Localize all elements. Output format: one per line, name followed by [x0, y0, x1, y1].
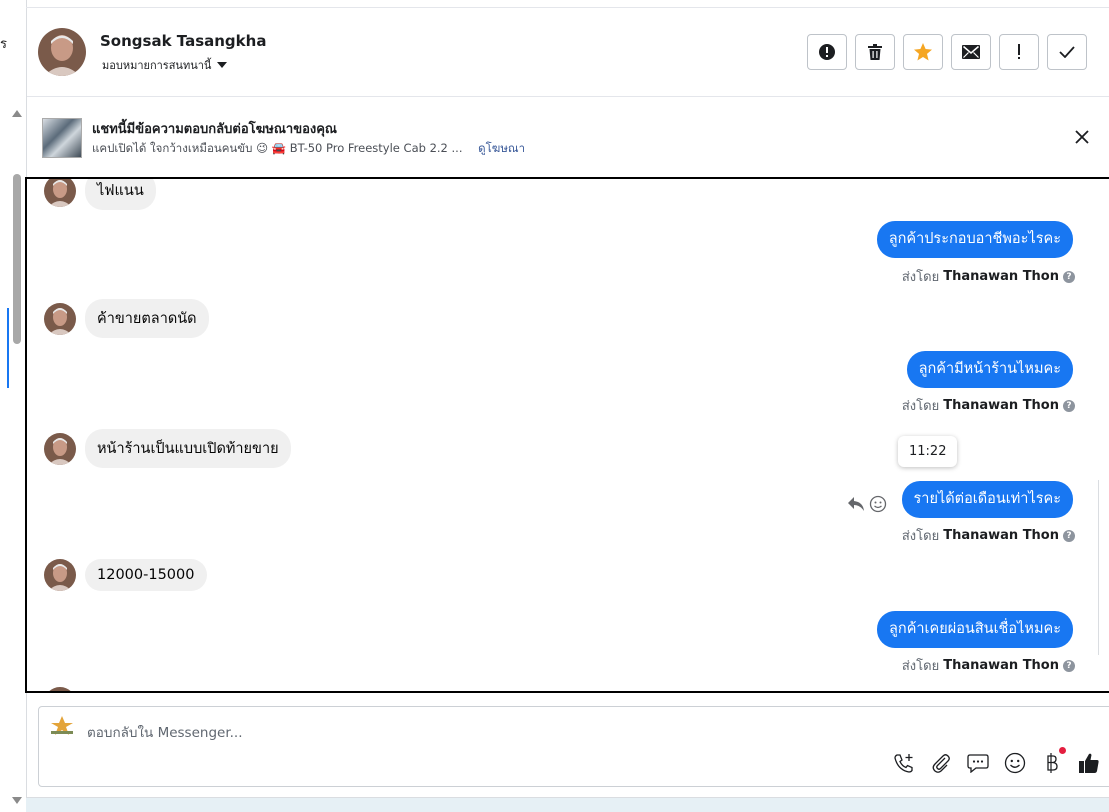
reply-composer[interactable]: ตอบกลับใน Messenger... [38, 706, 1109, 787]
assign-conversation-dropdown[interactable]: มอบหมายการสนทนานี้ [102, 56, 228, 74]
message-bubble[interactable]: หน้าร้านเป็นแบบเปิดท้ายขาย [85, 429, 291, 468]
attach-button[interactable] [929, 751, 953, 775]
message-bubble-outgoing[interactable]: ลูกค้าประกอบอาชีพอะไรคะ [876, 221, 1073, 258]
sidebar-scrollbar[interactable] [10, 108, 24, 804]
exclamation-circle-icon [819, 44, 835, 60]
contact-avatar-small[interactable] [44, 302, 76, 335]
star-icon [914, 43, 932, 61]
reply-icon[interactable] [847, 496, 865, 512]
message-bubble-outgoing[interactable]: ลูกค้าเคยผ่อนสินเชื่อไหมคะ [877, 611, 1073, 648]
contact-avatar[interactable] [38, 28, 86, 76]
mark-done-button[interactable] [1047, 34, 1087, 70]
incoming-message-cut [44, 687, 76, 691]
sent-by-label: ส่งโดย Thanawan Thon ? [902, 266, 1075, 287]
assign-label: มอบหมายการสนทนานี้ [102, 59, 212, 72]
delete-button[interactable] [855, 34, 895, 70]
ad-thumbnail[interactable] [42, 118, 82, 158]
ad-reply-banner: แชทนี้มีข้อความตอบกลับต่อโฆษณาของคุณ แคป… [27, 98, 1109, 176]
emoji-button[interactable] [1003, 751, 1027, 775]
sent-by-label: ส่งโดย Thanawan Thon ? [902, 395, 1075, 416]
scroll-thumb[interactable] [13, 174, 21, 344]
envelope-icon [962, 45, 980, 59]
ad-caption: แคปเปิดได้ ใจกว้างเหมือนคนขับ 😉 🚘 BT-50 … [92, 141, 463, 155]
star-button[interactable] [903, 34, 943, 70]
mark-spam-button[interactable] [807, 34, 847, 70]
contact-avatar-small[interactable] [44, 179, 76, 207]
smiley-icon[interactable] [869, 495, 887, 513]
trash-icon [868, 44, 882, 60]
follow-up-button[interactable] [999, 34, 1039, 70]
question-icon[interactable]: ? [1063, 659, 1075, 672]
check-icon [1059, 46, 1075, 58]
sender-name: Thanawan Thon [943, 658, 1059, 673]
notification-dot [1059, 747, 1066, 754]
mark-unread-button[interactable] [951, 34, 991, 70]
question-icon[interactable]: ? [1063, 399, 1075, 412]
active-indicator [7, 308, 9, 388]
payment-button[interactable] [1040, 747, 1066, 775]
message-bubble-outgoing[interactable]: รายได้ต่อเดือนเท่าไรคะ [901, 481, 1073, 518]
sent-by-prefix: ส่งโดย [901, 529, 940, 544]
smiley-icon [1004, 752, 1026, 774]
sent-by-label: ส่งโดย Thanawan Thon ? [902, 655, 1075, 676]
incoming-message: ค้าขายตลาดนัด [44, 299, 209, 338]
question-icon[interactable]: ? [1063, 529, 1075, 542]
header-actions [807, 34, 1087, 70]
message-thread[interactable]: ไฟแนน ลูกค้าประกอบอาชีพอะไรคะ ส่งโดย Tha… [25, 177, 1109, 693]
contact-avatar-small[interactable] [44, 687, 76, 691]
contact-name[interactable]: Songsak Tasangkha [100, 32, 266, 50]
sidebar-cut-text: ร [0, 37, 7, 52]
sender-name: Thanawan Thon [943, 398, 1059, 413]
page-logo [49, 716, 75, 736]
sent-by-label: ส่งโดย Thanawan Thon ? [902, 525, 1075, 546]
left-sidebar-edge: ร [0, 0, 26, 812]
bottom-bar [26, 797, 1109, 812]
incoming-message: 12000-15000 [44, 559, 207, 591]
view-ad-link[interactable]: ดูโฆษณา [478, 141, 525, 155]
incoming-message: หน้าร้านเป็นแบบเปิดท้ายขาย [44, 429, 291, 468]
sent-by-prefix: ส่งโดย [901, 659, 940, 674]
close-icon [1075, 130, 1089, 144]
ad-banner-subtitle: แคปเปิดได้ ใจกว้างเหมือนคนขับ 😉 🚘 BT-50 … [92, 140, 525, 158]
ad-banner-title: แชทนี้มีข้อความตอบกลับต่อโฆษณาของคุณ [92, 122, 337, 137]
message-bubble[interactable]: ไฟแนน [85, 179, 156, 210]
contact-avatar-small[interactable] [44, 432, 76, 465]
saved-replies-button[interactable] [966, 751, 990, 775]
chevron-down-icon [217, 62, 228, 68]
conversation-header: Songsak Tasangkha มอบหมายการสนทนานี้ [27, 8, 1109, 97]
sent-by-prefix: ส่งโดย [901, 270, 940, 285]
paperclip-icon [932, 754, 950, 773]
sent-by-prefix: ส่งโดย [901, 399, 940, 414]
baht-icon [1047, 753, 1058, 773]
like-button[interactable] [1077, 751, 1101, 775]
message-bubble[interactable]: 12000-15000 [85, 559, 207, 591]
incoming-message: ไฟแนน [44, 179, 156, 210]
message-hover-actions [847, 495, 887, 513]
sender-name: Thanawan Thon [943, 269, 1059, 284]
question-icon[interactable]: ? [1063, 270, 1075, 283]
thumbs-up-icon [1079, 753, 1099, 773]
scroll-up-arrow-icon[interactable] [12, 110, 22, 117]
contact-avatar-small[interactable] [44, 559, 76, 591]
scroll-down-arrow-icon[interactable] [12, 797, 22, 804]
phone-plus-icon [894, 754, 913, 773]
composer-toolbar [892, 747, 1101, 775]
message-bubble-outgoing[interactable]: ลูกค้ามีหน้าร้านไหมคะ [906, 351, 1073, 388]
exclamation-icon [1018, 44, 1020, 59]
reply-input[interactable]: ตอบกลับใน Messenger... [87, 721, 243, 743]
call-button[interactable] [892, 751, 916, 775]
timestamp-tooltip: 11:22 [898, 436, 958, 467]
side-panel-edge [1098, 480, 1109, 655]
chat-bubble-icon [967, 754, 989, 773]
close-banner-button[interactable] [1073, 128, 1091, 146]
sender-name: Thanawan Thon [943, 528, 1059, 543]
message-bubble[interactable]: ค้าขายตลาดนัด [85, 299, 209, 338]
